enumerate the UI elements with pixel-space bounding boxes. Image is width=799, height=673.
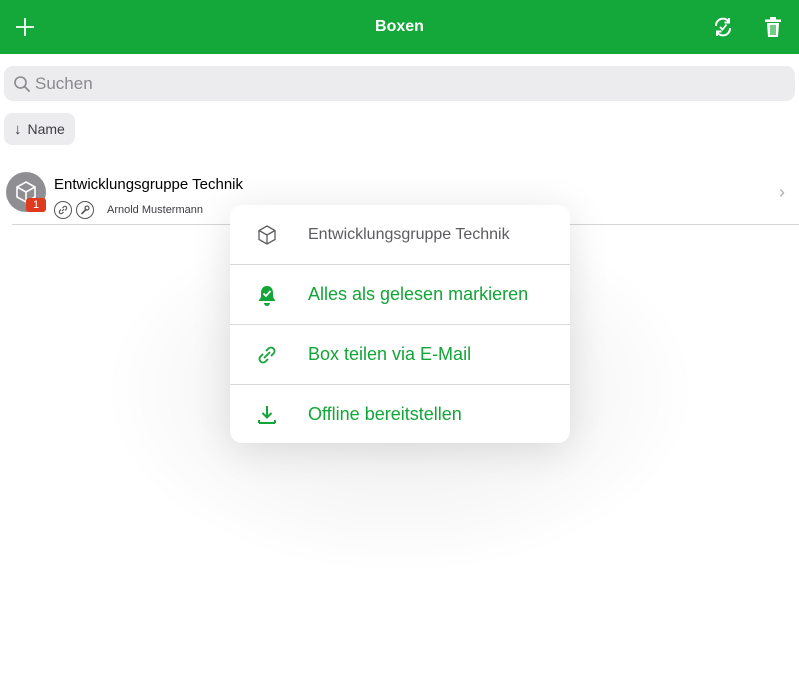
arrow-down-icon: ↓ [14,120,22,138]
share-box-email-label: Box teilen via E-Mail [308,344,472,364]
sort-button[interactable]: ↓ Name [4,113,75,145]
bell-check-icon [256,284,278,306]
box-status-icons [54,201,94,219]
search-placeholder: Suchen [35,74,93,93]
page-title: Boxen [375,18,424,35]
chevron-right-icon: › [779,182,785,202]
navigation-bar: Boxen [0,0,799,54]
sync-icon [715,17,731,37]
link-icon [256,344,278,366]
unread-badge: 1 [26,198,46,212]
sort-label: Name [27,121,65,137]
context-popover: Entwicklungsgruppe Technik Alles als gel… [230,205,570,443]
make-offline-label: Offline bereitstellen [308,404,462,424]
wrench-icon [76,201,94,219]
cube-icon [256,224,278,246]
search-icon [14,76,30,92]
delete-button[interactable] [760,14,786,40]
make-offline-button[interactable]: Offline bereitstellen [230,385,570,444]
popover-header-label: Entwicklungsgruppe Technik [308,226,510,243]
search-input[interactable]: Suchen [4,66,795,101]
link-icon [54,201,72,219]
mark-all-read-label: Alles als gelesen markieren [308,284,529,304]
share-box-email-button[interactable]: Box teilen via E-Mail [230,325,570,384]
mark-all-read-button[interactable]: Alles als gelesen markieren [230,265,570,324]
trash-icon [765,17,781,37]
sync-button[interactable] [710,14,736,40]
popover-header: Entwicklungsgruppe Technik [230,205,570,264]
download-icon [256,404,278,426]
box-title: Entwicklungsgruppe Technik [54,176,244,193]
box-owner: Arnold Mustermann [107,204,203,216]
